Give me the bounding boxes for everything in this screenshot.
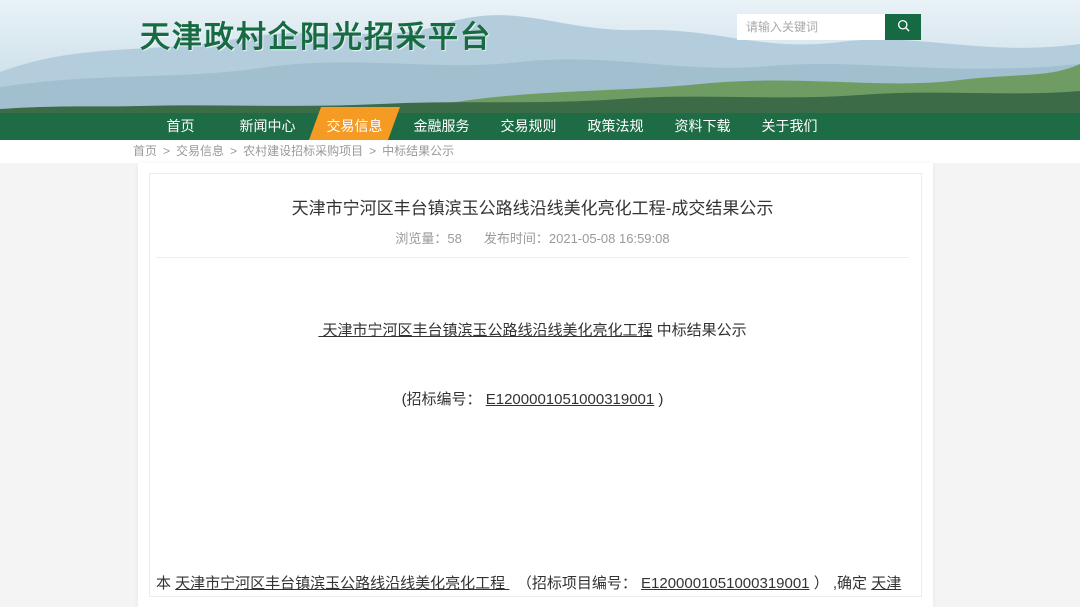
content-panel-inner: 天津市宁河区丰台镇滨玉公路线沿线美化亮化工程-成交结果公示 浏览量：58 发布时间… xyxy=(149,173,922,597)
paragraph-text: ） ,确定 xyxy=(810,575,872,592)
nav-item-home[interactable]: 首页 xyxy=(137,113,224,140)
breadcrumb-home[interactable]: 首页 xyxy=(133,144,157,158)
search-icon xyxy=(896,18,911,36)
nav-item-about[interactable]: 关于我们 xyxy=(746,113,833,140)
nav-item-trade-rules[interactable]: 交易规则 xyxy=(485,113,572,140)
doc-heading-line2: (招标编号： E1200001051000319001 ) xyxy=(156,388,909,411)
views-label: 浏览量： xyxy=(395,231,447,246)
publish-time-label: 发布时间： xyxy=(484,231,549,246)
breadcrumb-separator: > xyxy=(369,144,376,158)
search-bar xyxy=(737,14,921,40)
search-input[interactable] xyxy=(737,14,885,40)
bid-number-close: ) xyxy=(654,391,663,408)
main-nav: 首页 新闻中心 交易信息 金融服务 交易规则 政策法规 资料下载 关于我们 xyxy=(0,113,1080,140)
paragraph-text: （招标项目编号： xyxy=(509,575,641,592)
article-meta: 浏览量：58 发布时间：2021-05-08 16:59:08 xyxy=(156,228,909,247)
publish-time: 2021-05-08 16:59:08 xyxy=(549,231,670,246)
breadcrumb-separator: > xyxy=(230,144,237,158)
nav-item-policy[interactable]: 政策法规 xyxy=(572,113,659,140)
nav-item-trade-info[interactable]: 交易信息 xyxy=(311,113,398,140)
views-count: 58 xyxy=(447,231,461,246)
page-title: 天津市宁河区丰台镇滨玉公路线沿线美化亮化工程-成交结果公示 xyxy=(156,194,909,219)
nav-item-news[interactable]: 新闻中心 xyxy=(224,113,311,140)
breadcrumb-trade-info[interactable]: 交易信息 xyxy=(176,144,224,158)
doc-heading-project-name: 天津市宁河区丰台镇滨玉公路线沿线美化亮化工程 xyxy=(318,322,652,339)
header-banner: 天津政村企阳光招采平台 xyxy=(0,0,1080,113)
meta-divider xyxy=(156,257,909,258)
doc-heading-line1: 天津市宁河区丰台镇滨玉公路线沿线美化亮化工程 中标结果公示 xyxy=(156,319,909,342)
site-title: 天津政村企阳光招采平台 xyxy=(140,12,492,56)
breadcrumb-separator: > xyxy=(163,144,170,158)
nav-item-downloads[interactable]: 资料下载 xyxy=(659,113,746,140)
doc-paragraph: 本 天津市宁河区丰台镇滨玉公路线沿线美化亮化工程 （招标项目编号： E12000… xyxy=(156,572,909,597)
bid-number-label: (招标编号： xyxy=(402,391,486,408)
bid-number: E1200001051000319001 xyxy=(486,391,655,408)
breadcrumb-rural-projects[interactable]: 农村建设招标采购项目 xyxy=(243,144,363,158)
blank-line xyxy=(156,480,909,503)
paragraph-text: 本 xyxy=(156,575,175,592)
breadcrumb: 首页 > 交易信息 > 农村建设招标采购项目 > 中标结果公示 xyxy=(0,140,1080,163)
doc-heading-suffix: 中标结果公示 xyxy=(653,322,747,339)
document-body: 天津市宁河区丰台镇滨玉公路线沿线美化亮化工程 中标结果公示 (招标编号： E12… xyxy=(156,273,909,597)
nav-item-finance[interactable]: 金融服务 xyxy=(398,113,485,140)
content-panel: 天津市宁河区丰台镇滨玉公路线沿线美化亮化工程-成交结果公示 浏览量：58 发布时间… xyxy=(138,163,933,607)
breadcrumb-result-notice[interactable]: 中标结果公示 xyxy=(382,144,454,158)
project-name-link: 天津市宁河区丰台镇滨玉公路线沿线美化亮化工程 xyxy=(175,575,509,592)
project-number-link: E1200001051000319001 xyxy=(641,575,810,592)
search-button[interactable] xyxy=(885,14,921,40)
